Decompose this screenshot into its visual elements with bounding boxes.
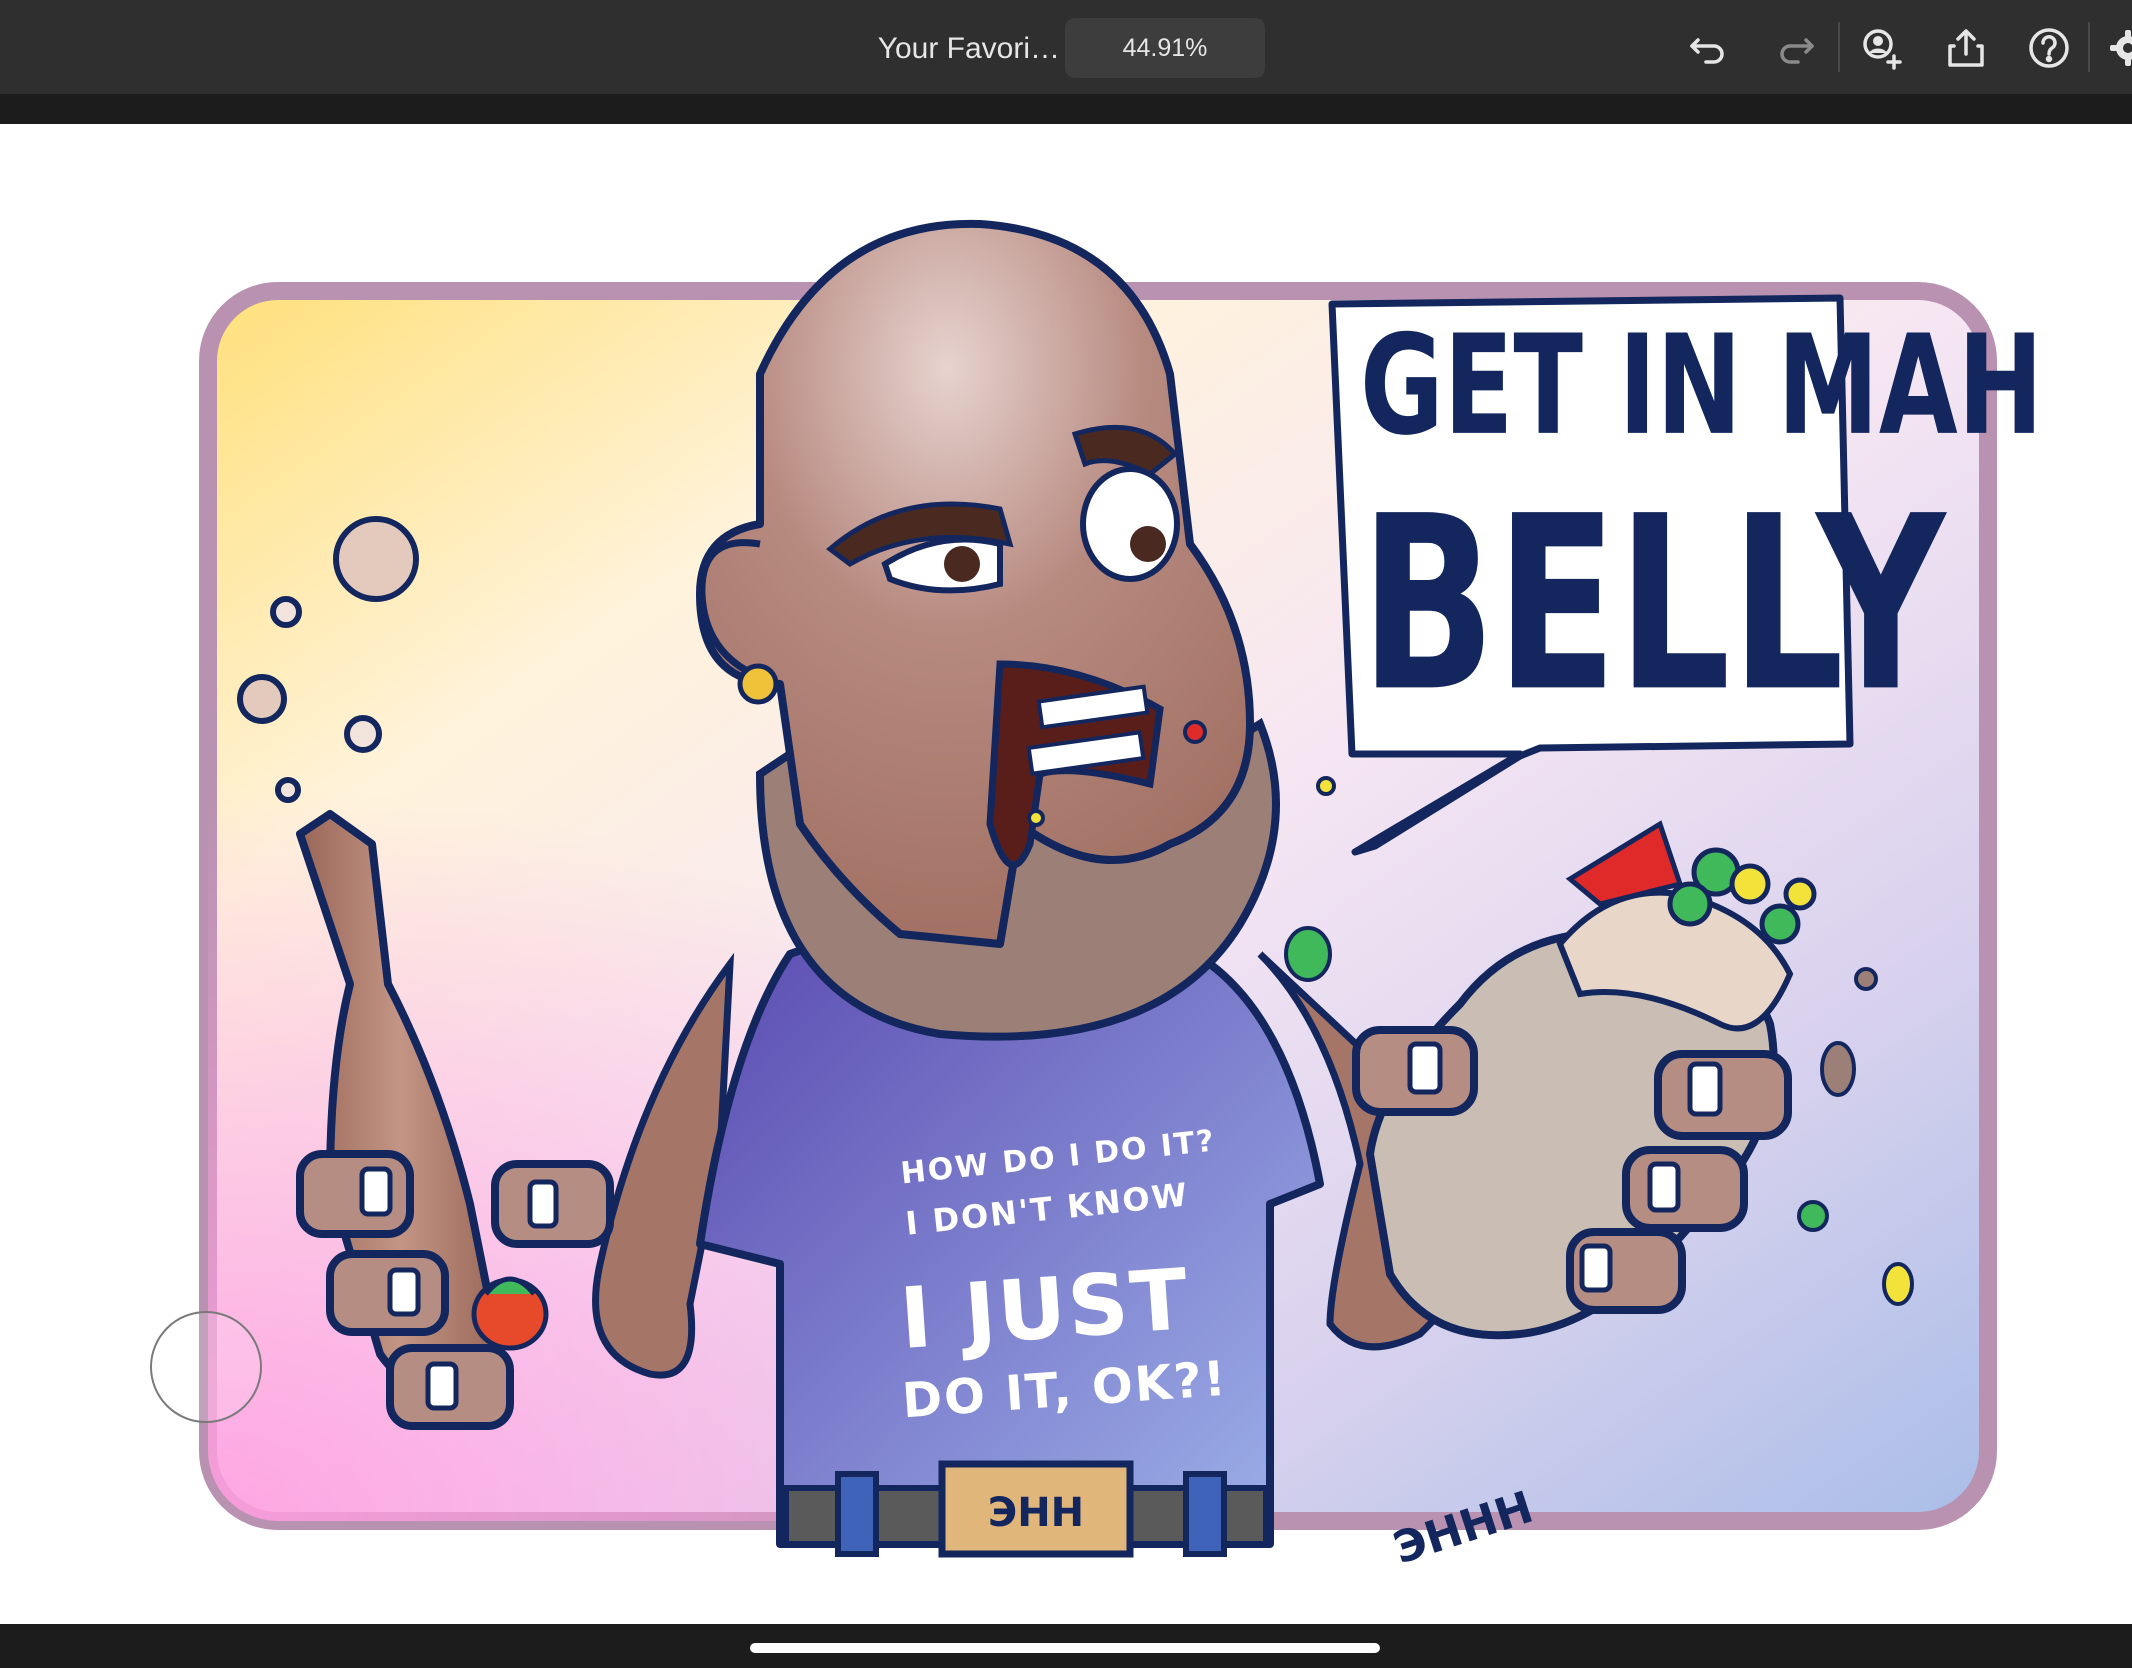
earring <box>737 663 779 705</box>
zoom-level-indicator[interactable]: 44.91% <box>1065 18 1265 78</box>
belt-loop-right <box>1183 1471 1227 1557</box>
belt-loop-left <box>835 1471 879 1557</box>
home-indicator[interactable] <box>750 1643 1380 1653</box>
toolbar-divider <box>2088 22 2090 72</box>
speech-bubble-line-1: GET IN MAH <box>1360 306 2044 467</box>
share-icon[interactable] <box>1942 24 1990 72</box>
shirt-text-line-3: I JUST <box>896 1250 1193 1368</box>
add-user-icon[interactable] <box>1858 24 1906 72</box>
undo-icon[interactable] <box>1684 24 1732 72</box>
top-toolbar: Your Favori… 44.91% <box>0 0 2132 94</box>
toolbar-shadow-strip <box>0 94 2132 124</box>
brush-size-cursor[interactable] <box>150 1311 262 1423</box>
left-pupil <box>944 546 980 582</box>
right-eye <box>1080 466 1180 582</box>
help-icon[interactable] <box>2025 24 2073 72</box>
belt-buckle-logo: ЭHH <box>988 1490 1084 1536</box>
speech-bubble-line-2: BELLY <box>1360 464 1946 745</box>
right-pupil <box>1130 526 1166 562</box>
toolbar-divider <box>1838 22 1840 72</box>
redo-icon[interactable] <box>1772 24 1820 72</box>
settings-icon[interactable] <box>2104 24 2132 72</box>
document-title[interactable]: Your Favori… <box>840 26 1060 72</box>
